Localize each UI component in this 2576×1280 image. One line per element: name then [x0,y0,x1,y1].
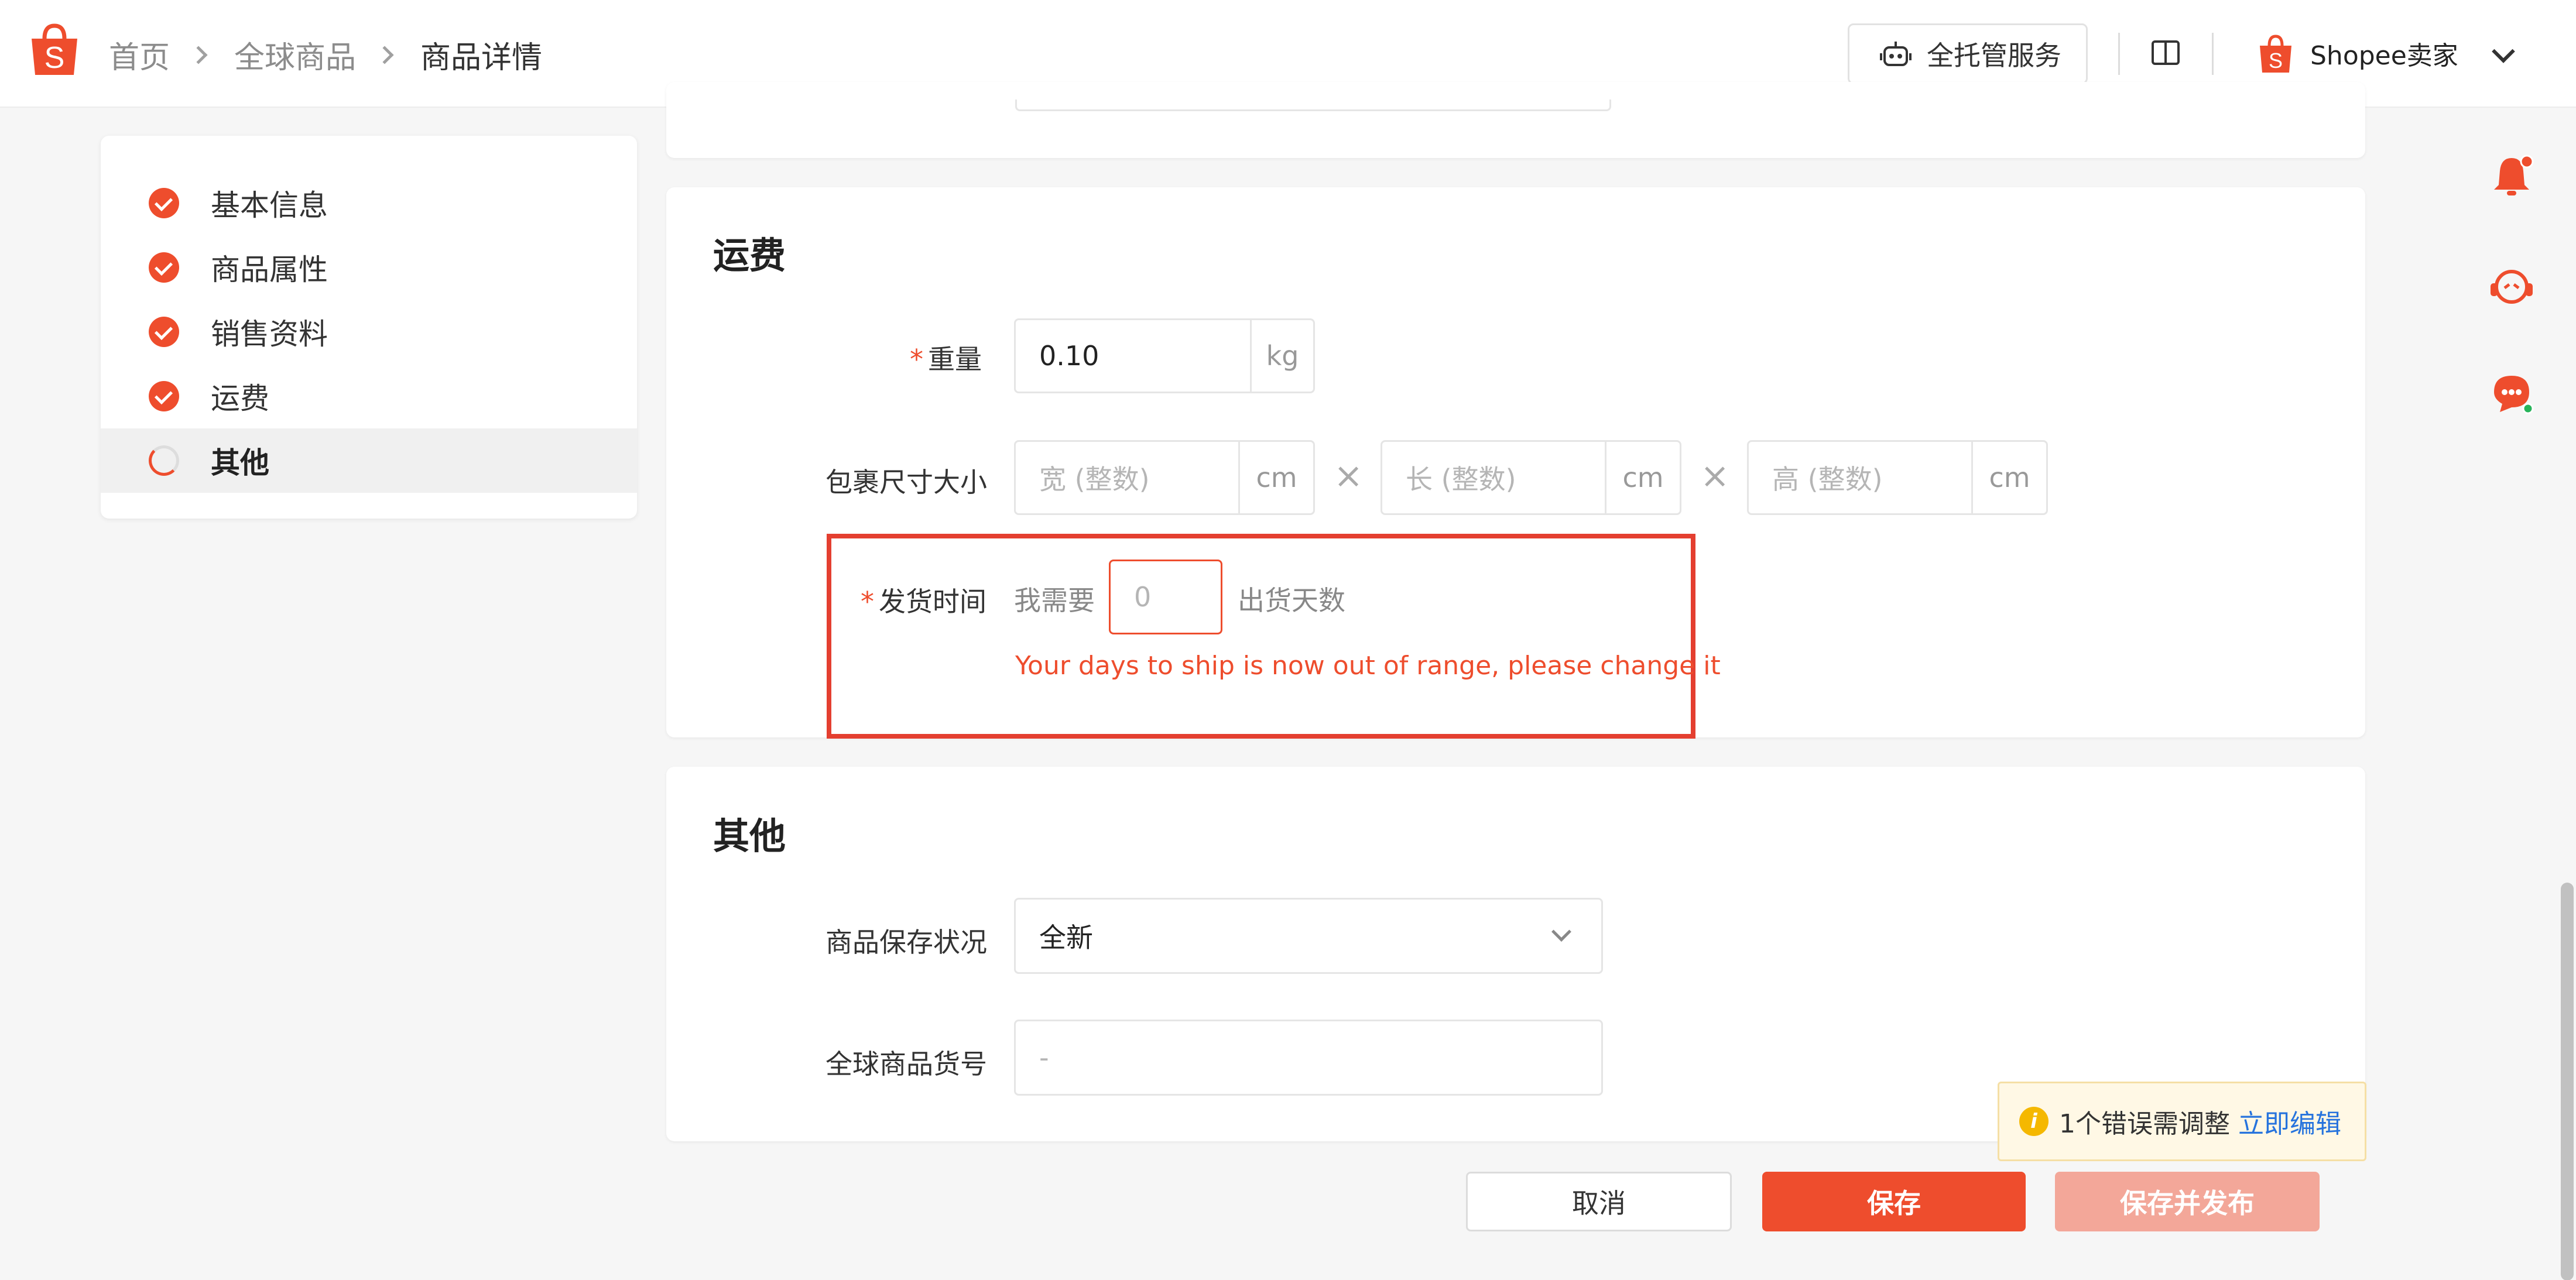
scrollbar[interactable] [2561,883,2574,1280]
check-circle-icon [149,252,179,283]
check-circle-icon [149,381,179,411]
times-icon: × [1700,455,1730,496]
robot-service-icon [1880,42,1912,66]
managed-service-label: 全托管服务 [1927,40,2061,71]
breadcrumb: 首页 全球商品 商品详情 [109,33,542,77]
nav-item-label: 其他 [211,446,269,480]
chevron-down-icon [1551,922,1571,942]
save-and-publish-button[interactable]: 保存并发布 [2055,1172,2320,1231]
weight-label: * 重量 [910,344,982,375]
days-to-ship-prefix: 我需要 [1014,585,1095,616]
bell-icon[interactable] [2488,153,2535,200]
breadcrumb-product-detail: 商品详情 [420,40,543,76]
section-title: 其他 [713,815,786,857]
save-button[interactable]: 保存 [1762,1172,2026,1231]
section-nav: 基本信息 商品属性 销售资料 运费 其他 [101,136,637,519]
height-unit: cm [1971,442,2046,513]
nav-item-basic-info[interactable]: 基本信息 [101,171,637,235]
book-icon[interactable] [2151,40,2180,66]
progress-circle-icon [149,445,179,476]
section-title: 运费 [713,234,786,277]
chat-icon[interactable] [2488,370,2535,417]
seller-account[interactable]: S Shopee卖家 [2258,33,2458,74]
header-divider [2118,33,2120,75]
error-notice: i 1个错误需调整 立即编辑 [1998,1082,2366,1161]
days-to-ship-error-message: Your days to ship is now out of range, p… [1015,651,1721,681]
nav-item-label: 商品属性 [211,253,328,287]
days-to-ship-error-highlight [827,534,1695,739]
nav-item-label: 基本信息 [211,188,328,222]
error-count-text: 1个错误需调整 [2059,1109,2230,1139]
previous-input-edge [1015,99,1611,111]
days-to-ship-suffix: 出货天数 [1238,585,1345,616]
times-icon: × [1334,455,1364,496]
width-placeholder: 宽 (整数) [1039,464,1150,495]
svg-text:S: S [2269,49,2283,73]
breadcrumb-home[interactable]: 首页 [109,33,170,77]
package-length-input[interactable]: 长 (整数) cm [1381,440,1681,515]
nav-item-label: 运费 [211,382,269,416]
nav-item-other[interactable]: 其他 [101,428,637,493]
height-placeholder: 高 (整数) [1772,464,1883,495]
header-divider [2212,33,2214,75]
length-placeholder: 长 (整数) [1406,464,1516,495]
days-to-ship-label: * 发货时间 [861,586,986,617]
chevron-down-icon[interactable] [2492,40,2515,63]
days-to-ship-placeholder: 0 [1134,581,1152,613]
info-icon: i [2019,1107,2049,1136]
package-height-input[interactable]: 高 (整数) cm [1747,440,2048,515]
package-size-label: 包裹尺寸大小 [825,466,987,498]
nav-item-attributes[interactable]: 商品属性 [101,235,637,300]
chevron-right-icon [189,45,208,64]
edit-now-link[interactable]: 立即编辑 [2238,1103,2341,1140]
customer-service-icon[interactable] [2488,263,2535,310]
breadcrumb-global-products[interactable]: 全球商品 [234,33,356,77]
check-circle-icon [149,188,179,218]
weight-value: 0.10 [1039,340,1099,372]
nav-item-label: 销售资料 [211,317,328,351]
condition-label: 商品保存状况 [825,926,987,958]
nav-item-shipping[interactable]: 运费 [101,364,637,428]
managed-service-button[interactable]: 全托管服务 [1848,23,2088,84]
cancel-button[interactable]: 取消 [1466,1172,1732,1231]
chevron-right-icon [375,45,394,64]
sku-label: 全球商品货号 [825,1048,987,1080]
condition-value: 全新 [1039,922,1093,953]
condition-select[interactable]: 全新 [1014,898,1603,974]
weight-input[interactable]: 0.10 kg [1014,318,1315,393]
check-circle-icon [149,317,179,347]
weight-unit: kg [1250,320,1313,392]
svg-text:S: S [44,41,65,75]
nav-item-sales-info[interactable]: 销售资料 [101,300,637,364]
length-unit: cm [1605,442,1680,513]
sku-placeholder: - [1039,1042,1049,1073]
shopee-logo-icon[interactable]: S [28,21,81,77]
shop-bag-icon: S [2260,35,2291,73]
package-width-input[interactable]: 宽 (整数) cm [1014,440,1315,515]
seller-name: Shopee卖家 [2310,41,2458,71]
sku-input[interactable]: - [1014,1020,1603,1096]
previous-section-card [666,82,2365,158]
days-to-ship-input[interactable]: 0 [1109,560,1222,634]
width-unit: cm [1238,442,1313,513]
